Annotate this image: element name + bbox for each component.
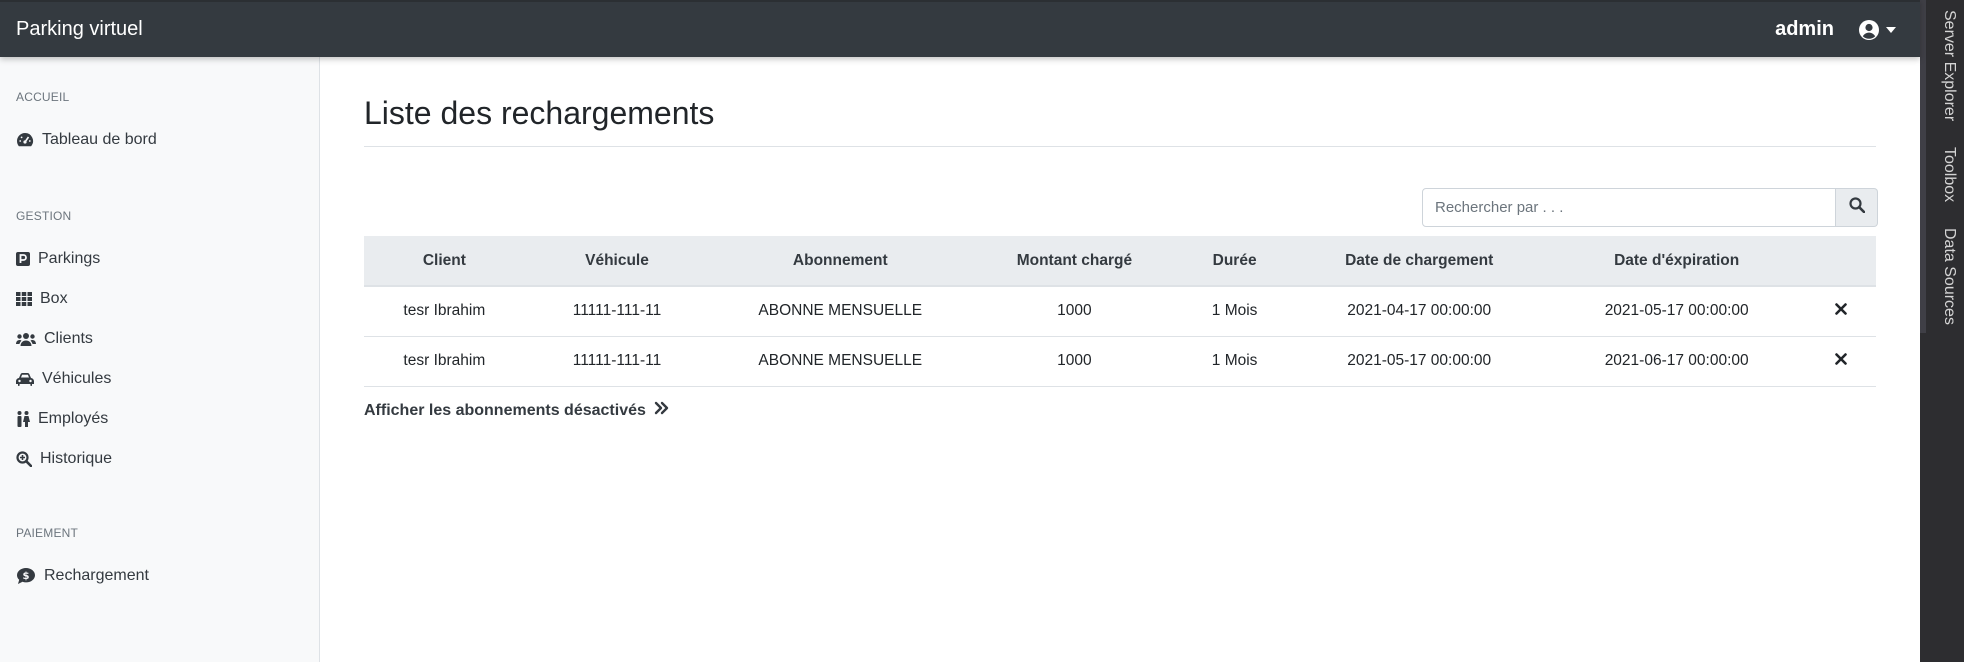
column-header-abonnement: Abonnement <box>709 236 972 287</box>
sidebar-item-vehicules[interactable]: Véhicules <box>16 367 111 391</box>
column-header-montant: Montant chargé <box>971 236 1178 287</box>
show-disabled-subscriptions-link[interactable]: Afficher les abonnements désactivés <box>364 401 670 420</box>
sidebar-item-label: Tableau de bord <box>42 131 157 148</box>
user-circle-icon <box>1858 19 1880 41</box>
column-header-actions <box>1806 236 1876 287</box>
sidebar-item-label: Clients <box>44 330 93 347</box>
sidebar-item-historique[interactable]: Historique <box>16 447 112 471</box>
people-icon <box>16 411 30 427</box>
top-navbar: Parking virtuel admin <box>0 0 1920 57</box>
cell-montant: 1000 <box>971 336 1178 387</box>
sidebar-item-rechargement[interactable]: $ Rechargement <box>16 564 149 588</box>
delete-button[interactable] <box>1835 352 1848 370</box>
tachometer-icon <box>16 132 34 148</box>
title-divider <box>364 146 1876 147</box>
dollar-comment-icon: $ <box>16 567 36 585</box>
sidebar-item-tableau-de-bord[interactable]: Tableau de bord <box>16 128 157 152</box>
main-content: Liste des rechargements Client Véhicule … <box>320 57 1920 662</box>
sidebar-item-label: Parkings <box>38 250 101 267</box>
sidebar-heading-paiement: PAIEMENT <box>16 526 79 540</box>
tab-server-explorer[interactable]: Server Explorer <box>1940 10 1958 121</box>
user-menu-toggle[interactable] <box>1858 19 1896 41</box>
tab-data-sources[interactable]: Data Sources <box>1940 228 1958 325</box>
cell-duree: 1 Mois <box>1177 286 1292 337</box>
column-header-date-expiration: Date d'éxpiration <box>1546 236 1807 287</box>
table-header-row: Client Véhicule Abonnement Montant charg… <box>364 236 1876 287</box>
cell-client: tesr Ibrahim <box>364 336 525 387</box>
cell-date-chargement: 2021-05-17 00:00:00 <box>1291 336 1547 387</box>
users-icon <box>16 332 36 346</box>
table-row: tesr Ibrahim 11111-111-11 ABONNE MENSUEL… <box>364 336 1876 387</box>
cell-vehicule: 11111-111-11 <box>524 286 710 337</box>
sidebar-item-employes[interactable]: Employés <box>16 407 108 431</box>
sidebar-heading-gestion: GESTION <box>16 209 72 223</box>
sidebar: ACCUEIL Tableau de bord GESTION Parkings… <box>0 57 320 662</box>
grid-icon <box>16 292 32 306</box>
ide-side-rail: Server Explorer Toolbox Data Sources <box>1920 0 1964 662</box>
cell-date-chargement: 2021-04-17 00:00:00 <box>1291 286 1547 337</box>
username-label: admin <box>1775 18 1834 40</box>
cell-abonnement: ABONNE MENSUELLE <box>709 336 972 387</box>
column-header-duree: Durée <box>1177 236 1292 287</box>
navbar-right: admin <box>1775 18 1896 41</box>
search-plus-icon <box>16 451 32 467</box>
cell-montant: 1000 <box>971 286 1178 337</box>
search-icon <box>1848 197 1865 218</box>
search-button[interactable] <box>1836 188 1878 227</box>
column-header-vehicule: Véhicule <box>524 236 710 287</box>
table-row: tesr Ibrahim 11111-111-11 ABONNE MENSUEL… <box>364 286 1876 337</box>
column-header-client: Client <box>364 236 525 287</box>
app-brand[interactable]: Parking virtuel <box>16 18 143 41</box>
sidebar-item-box[interactable]: Box <box>16 287 68 311</box>
sidebar-heading-accueil: ACCUEIL <box>16 90 70 104</box>
cell-date-expiration: 2021-05-17 00:00:00 <box>1546 286 1807 337</box>
column-header-date-chargement: Date de chargement <box>1291 236 1547 287</box>
sidebar-item-label: Employés <box>38 410 109 427</box>
car-icon <box>16 372 34 386</box>
page-title: Liste des rechargements <box>364 95 715 131</box>
svg-text:$: $ <box>23 571 30 582</box>
sidebar-item-label: Rechargement <box>44 567 149 584</box>
search-group <box>1422 188 1878 227</box>
cell-duree: 1 Mois <box>1177 336 1292 387</box>
rail-strip <box>1920 0 1926 333</box>
sidebar-item-clients[interactable]: Clients <box>16 327 93 351</box>
double-chevron-right-icon <box>654 401 670 420</box>
delete-button[interactable] <box>1835 302 1848 320</box>
chevron-down-icon <box>1886 26 1896 33</box>
close-icon <box>1835 352 1848 370</box>
sidebar-item-label: Box <box>40 290 68 307</box>
cell-actions <box>1806 336 1876 387</box>
close-icon <box>1835 302 1848 320</box>
cell-date-expiration: 2021-06-17 00:00:00 <box>1546 336 1807 387</box>
sidebar-item-parkings[interactable]: Parkings <box>16 247 100 271</box>
tab-toolbox[interactable]: Toolbox <box>1940 147 1958 202</box>
show-disabled-label: Afficher les abonnements désactivés <box>364 401 646 419</box>
cell-vehicule: 11111-111-11 <box>524 336 710 387</box>
sidebar-item-label: Historique <box>40 450 113 467</box>
search-input[interactable] <box>1422 188 1836 227</box>
parking-icon <box>16 252 30 266</box>
cell-client: tesr Ibrahim <box>364 286 525 337</box>
sidebar-item-label: Véhicules <box>42 370 112 387</box>
cell-abonnement: ABONNE MENSUELLE <box>709 286 972 337</box>
cell-actions <box>1806 286 1876 337</box>
recharges-table: Client Véhicule Abonnement Montant charg… <box>364 236 1876 387</box>
